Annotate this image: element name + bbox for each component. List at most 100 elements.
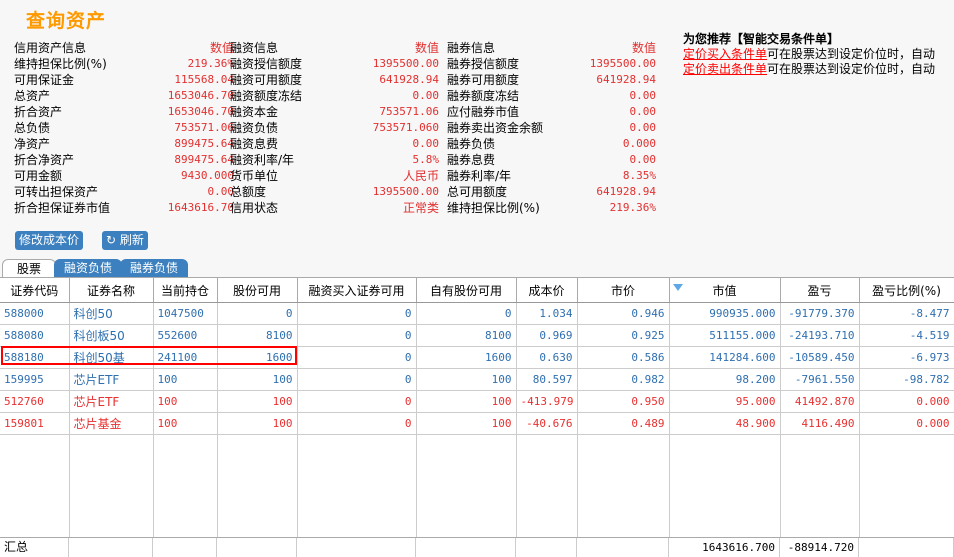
- fixed-price-buy-link[interactable]: 定价买入条件单: [683, 47, 767, 61]
- row-label: 融资额度冻结: [230, 89, 303, 103]
- column-header[interactable]: 股份可用: [217, 278, 298, 303]
- row-value: 5.8%: [412, 153, 440, 166]
- row-label: 融资授信额度: [230, 57, 303, 71]
- cell-5: 100: [416, 368, 517, 391]
- recommend-text: 可在股票达到设定价位时，自动: [767, 62, 936, 76]
- cell-3: 100: [217, 412, 298, 435]
- cell-0: 588080: [0, 324, 70, 347]
- row-value: 0.000: [622, 137, 656, 150]
- modify-cost-button[interactable]: 修改成本价: [15, 231, 84, 250]
- row-value: 1395500.00: [589, 57, 656, 70]
- financing-row: 融资授信额度 1395500.00: [230, 56, 439, 72]
- cell-10: -8.477: [859, 302, 954, 325]
- lending-header: 融券信息: [447, 41, 496, 55]
- cell-7: 0.925: [577, 324, 670, 347]
- lending-row: 融券卖出资金余额 0.00: [447, 120, 656, 136]
- recommend-text: 可在股票达到设定价位时，自动: [767, 47, 936, 61]
- cell-9: -24193.710: [780, 324, 860, 347]
- sort-desc-icon[interactable]: [672, 284, 683, 291]
- column-label: 当前持仓: [160, 283, 209, 298]
- cell-1: 科创50: [69, 302, 154, 325]
- cell-5: 8100: [416, 324, 517, 347]
- column-label: 市值: [712, 283, 737, 298]
- column-header[interactable]: 当前持仓: [153, 278, 218, 303]
- cell-0: 159801: [0, 412, 70, 435]
- cell-1: 芯片ETF: [69, 390, 154, 413]
- cell-4: 0: [297, 346, 417, 369]
- cell-4: 0: [297, 412, 417, 435]
- cell-6: -413.979: [516, 390, 578, 413]
- tab-lending-debt[interactable]: 融券负债: [120, 259, 189, 277]
- cell-1: 芯片基金: [69, 412, 154, 435]
- cell-7: 0.489: [577, 412, 670, 435]
- table-row[interactable]: 512760 芯片ETF 100 100 0 100 -413.979 0.950 95.000…: [0, 390, 954, 413]
- row-value: 219.36%: [187, 57, 234, 70]
- table-row[interactable]: 159995 芯片ETF 100 100 0 100 80.597 0.982 98.200 -7…: [0, 368, 954, 391]
- cell-7: 0.950: [577, 390, 670, 413]
- row-value: 753571.06: [174, 121, 234, 134]
- lending-row: 融券负债 0.000: [447, 136, 656, 152]
- column-header[interactable]: 融资买入证券可用: [297, 278, 417, 303]
- column-label: 盈亏: [807, 283, 832, 298]
- row-label: 可用保证金: [14, 73, 75, 87]
- column-header[interactable]: 自有股份可用: [416, 278, 517, 303]
- cell-8: 95.000: [669, 390, 781, 413]
- column-header[interactable]: 盈亏: [780, 278, 860, 303]
- empty-row: [0, 456, 954, 477]
- table-row[interactable]: 159801 芯片基金 100 100 0 100 -40.676 0.489 48.900 41…: [0, 412, 954, 435]
- holdings-table: 证券代码 证券名称 当前持仓 股份可用 融资买入证券可用 自有股份可用 成本价 市价 市值 盈亏 盈…: [0, 277, 954, 557]
- row-value: 753571.060: [372, 121, 439, 134]
- row-label: 融资本金: [230, 105, 279, 119]
- cell-3: 0: [217, 302, 298, 325]
- cell-8: 48.900: [669, 412, 781, 435]
- row-label: 融券授信额度: [447, 57, 520, 71]
- cell-8: 141284.600: [669, 346, 781, 369]
- row-value: 219.36%: [609, 201, 656, 214]
- column-header[interactable]: 市价: [577, 278, 670, 303]
- recommendation-panel: 为您推荐【智能交易条件单】 定价买入条件单可在股票达到设定价位时，自动 定价卖出…: [683, 32, 935, 77]
- column-label: 自有股份可用: [429, 283, 502, 298]
- table-row[interactable]: 588000 科创50 1047500 0 0 0 1.034 0.946 990935.000…: [0, 302, 954, 325]
- column-header[interactable]: 成本价: [516, 278, 578, 303]
- financing-row: 融资额度冻结 0.00: [230, 88, 439, 104]
- row-label: 融资利率/年: [230, 153, 295, 167]
- highlight-box: [1, 346, 297, 365]
- cell-9: -7961.550: [780, 368, 860, 391]
- value-header: 数值: [414, 41, 439, 55]
- column-header[interactable]: 证券代码: [0, 278, 70, 303]
- column-header[interactable]: 盈亏比例(%): [859, 278, 954, 303]
- lending-row: 维持担保比例(%) 219.36%: [447, 200, 656, 216]
- row-value: 正常类: [402, 201, 439, 215]
- row-label: 融券利率/年: [447, 169, 512, 183]
- tab-financing-debt[interactable]: 融资负债: [54, 259, 123, 277]
- row-label: 融资负债: [230, 121, 279, 135]
- financing-info-panel: 融资信息 数值 融资授信额度 1395500.00 融资可用额度 641928.94 融资…: [230, 40, 439, 216]
- financing-row: 融资本金 753571.06: [230, 104, 439, 120]
- row-label: 折合净资产: [14, 153, 75, 167]
- page-title: 查询资产: [26, 10, 107, 32]
- financing-row: 融资负债 753571.060: [230, 120, 439, 136]
- row-label: 融券可用额度: [447, 73, 520, 87]
- financing-row: 融资可用额度 641928.94: [230, 72, 439, 88]
- column-label: 证券代码: [10, 283, 59, 298]
- value-header: 数值: [631, 41, 656, 55]
- cell-1: 芯片ETF: [69, 368, 154, 391]
- row-value: 641928.94: [596, 185, 656, 198]
- lending-row: 融券额度冻结 0.00: [447, 88, 656, 104]
- table-row[interactable]: 588080 科创板50 552600 8100 0 8100 0.969 0.925 5111…: [0, 324, 954, 347]
- cell-4: 0: [297, 390, 417, 413]
- tab-stocks[interactable]: 股票: [2, 259, 57, 278]
- column-header[interactable]: 市值: [669, 278, 781, 303]
- empty-row: [0, 477, 954, 498]
- row-value: 0.00: [412, 137, 440, 150]
- cell-8: 98.200: [669, 368, 781, 391]
- row-value: 0.00: [629, 89, 657, 102]
- cell-2: 100: [153, 368, 218, 391]
- recommend-header: 为您推荐【智能交易条件单】: [683, 32, 840, 46]
- total-profit: -88914.720: [780, 538, 859, 557]
- fixed-price-sell-link[interactable]: 定价卖出条件单: [683, 62, 767, 76]
- refresh-button[interactable]: ↻ 刷新: [102, 231, 148, 250]
- row-label: 总额度: [230, 185, 267, 199]
- credit-row: 折合净资产 899475.64: [14, 152, 234, 168]
- column-header[interactable]: 证券名称: [69, 278, 154, 303]
